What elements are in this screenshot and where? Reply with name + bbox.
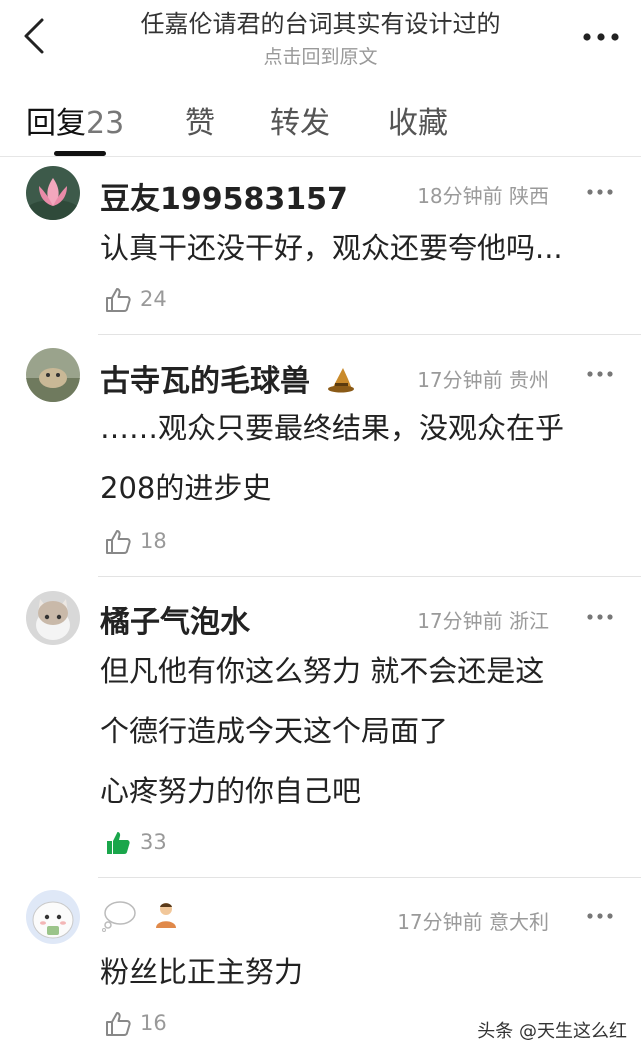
avatar[interactable] [26,890,80,944]
thumbs-up-filled-icon [107,832,130,854]
tab-bar: 回复23 赞 转发 收藏 [0,94,641,158]
comment-line: ……观众只要最终结果，没观众在乎 [100,411,565,445]
commenter-name[interactable] [100,898,180,940]
like-count: 16 [140,1011,167,1035]
comment-item: 豆友199583157 18分钟前 陕西 认真干还没干好，观众还要夸他吗... … [0,160,641,336]
comment-more-icon[interactable] [585,182,615,202]
like-button[interactable]: 18 [104,528,167,558]
avatar[interactable] [26,166,80,220]
commenter-name[interactable]: 橘子气泡水 [100,597,250,641]
comment-text: ……观众只要最终结果，没观众在乎 208的进步史 [100,398,601,518]
comment-time-location: 18分钟前 陕西 [417,184,549,208]
thumbs-up-icon [106,1012,131,1036]
watermark: 头条 @天生这么红 [477,1021,627,1042]
commenter-name[interactable]: 古寺瓦的毛球兽 [100,356,356,402]
comment-text: 粉丝比正主努力 [100,942,601,1002]
like-count: 33 [140,830,167,854]
top-bar: 任嘉伦请君的台词其实有设计过的 点击回到原文 [0,0,641,80]
wizard-hat-badge-icon [326,364,356,402]
commenter-name[interactable]: 豆友199583157 [100,174,348,218]
comment-more-icon[interactable] [585,607,615,627]
avatar[interactable] [26,591,80,645]
comment-item: 橘子气泡水 17分钟前 浙江 但凡他有你这么努力 就不会还是这 个德行造成今天这… [0,577,641,878]
comment-line: 208的进步史 [100,471,272,505]
tabs-divider [0,156,641,157]
comment-more-icon[interactable] [585,906,615,926]
like-button[interactable]: 33 [104,829,167,859]
tab-forwards[interactable]: 转发 [270,98,330,142]
like-count: 18 [140,529,167,553]
comment-line: 但凡他有你这么努力 就不会还是这 [100,654,545,688]
comment-line: 心疼努力的你自己吧 [100,774,362,808]
tab-replies[interactable]: 回复23 [26,98,124,142]
tab-favorites[interactable]: 收藏 [388,98,448,142]
like-count: 24 [140,287,167,311]
tab-replies-label: 回复 [26,106,86,141]
thumbs-up-icon [106,288,131,312]
comment-text: 认真干还没干好，观众还要夸他吗... [100,218,601,278]
avatar[interactable] [26,348,80,402]
thought-bubble-icon [100,898,138,940]
post-title[interactable]: 任嘉伦请君的台词其实有设计过的 [90,4,551,39]
like-button[interactable]: 16 [104,1010,167,1040]
commenter-name-text: 古寺瓦的毛球兽 [100,364,310,399]
thumbs-up-icon [106,530,131,554]
comment-time-location: 17分钟前 贵州 [417,368,549,392]
back-icon[interactable] [14,14,58,58]
comment-divider [98,334,641,335]
comment-time-location: 17分钟前 浙江 [417,609,549,633]
comment-time-location: 17分钟前 意大利 [397,910,549,934]
comment-text: 但凡他有你这么努力 就不会还是这 个德行造成今天这个局面了 心疼努力的你自己吧 [100,641,601,821]
figure-badge-icon [152,900,180,938]
comment-line: 粉丝比正主努力 [100,955,304,989]
comment-item: 古寺瓦的毛球兽 17分钟前 贵州 ……观众只要最终结果，没观众在乎 208的进步… [0,336,641,577]
comment-line: 个德行造成今天这个局面了 [100,714,449,748]
back-to-original-link[interactable]: 点击回到原文 [90,42,551,69]
comment-line: 认真干还没干好，观众还要夸他吗... [100,231,563,265]
reply-count: 23 [86,106,125,141]
comment-more-icon[interactable] [585,364,615,384]
like-button[interactable]: 24 [104,286,167,316]
more-options-icon[interactable] [579,22,623,52]
tab-likes[interactable]: 赞 [185,98,215,142]
